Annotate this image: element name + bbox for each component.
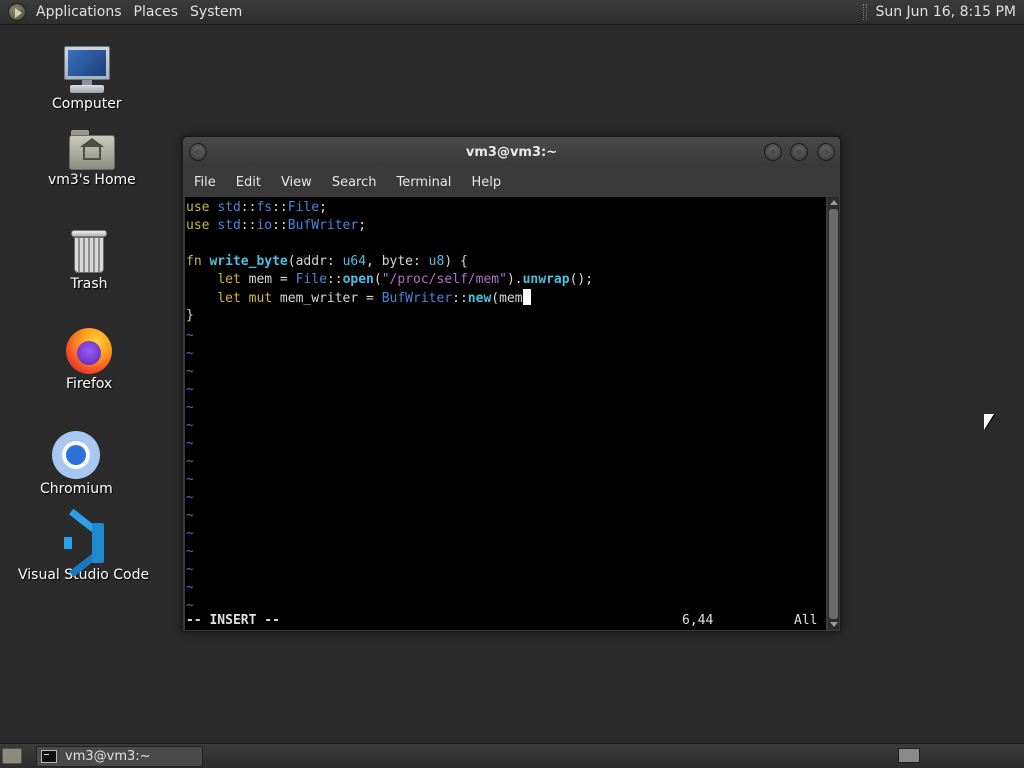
code-line: fn write_byte(addr: u64, byte: u8) { [186, 254, 468, 269]
menu-view[interactable]: View [271, 175, 322, 190]
clock[interactable]: Sun Jun 16, 8:15 PM [875, 4, 1024, 20]
code-line: let mut mem_writer = BufWriter::new(mem [185, 289, 826, 307]
computer-icon [62, 46, 112, 94]
menu-help[interactable]: Help [461, 175, 511, 190]
empty-line-tilde: ~ [186, 418, 194, 433]
empty-buffer-lines: ~ ~ ~ ~ ~ ~ ~ ~ ~ ~ ~ ~ ~ ~ ~ ~ [185, 327, 826, 615]
window-titlebar[interactable]: vm3@vm3:~ [183, 137, 840, 167]
minimize-button[interactable] [764, 143, 782, 161]
desktop-icon-vscode[interactable]: Visual Studio Code [18, 508, 150, 583]
mouse-pointer-icon [984, 414, 994, 430]
text-cursor [522, 289, 531, 305]
menu-places[interactable]: Places [128, 0, 185, 24]
close-button[interactable] [817, 143, 835, 161]
scrollbar-thumb[interactable] [829, 209, 838, 619]
show-desktop-icon[interactable] [2, 748, 22, 764]
empty-line-tilde: ~ [186, 364, 194, 379]
desktop-icon-firefox[interactable]: Firefox [66, 328, 112, 392]
taskbar-terminal-button[interactable]: vm3@vm3:~ [36, 745, 203, 767]
terminal-window: vm3@vm3:~ File Edit View Search Terminal… [182, 136, 841, 632]
scroll-indicator: All [794, 613, 818, 628]
window-title: vm3@vm3:~ [465, 144, 558, 160]
empty-line-tilde: ~ [186, 454, 194, 469]
desktop-icon-label: vm3's Home [48, 172, 136, 188]
chromium-icon [52, 431, 101, 479]
terminal-scrollbar[interactable] [828, 197, 839, 630]
window-menu-button[interactable] [189, 143, 207, 161]
workspace-switcher[interactable] [898, 748, 920, 763]
empty-line-tilde: ~ [186, 490, 194, 505]
firefox-icon [66, 328, 113, 374]
empty-line-tilde: ~ [186, 346, 194, 361]
empty-line-tilde: ~ [186, 472, 194, 487]
scroll-up-icon[interactable] [830, 200, 838, 205]
desktop-icon-label: Firefox [66, 376, 113, 392]
empty-line-tilde: ~ [186, 526, 194, 541]
vscode-icon [62, 508, 106, 578]
desktop-icon-chromium[interactable]: Chromium [40, 431, 113, 497]
scroll-down-icon[interactable] [830, 622, 838, 627]
empty-line-tilde: ~ [186, 580, 194, 595]
empty-line-tilde: ~ [186, 562, 194, 577]
trash-icon [70, 230, 108, 274]
maximize-button[interactable] [790, 143, 808, 161]
menu-system[interactable]: System [184, 0, 248, 24]
empty-line-tilde: ~ [186, 508, 194, 523]
gnome-foot-icon[interactable] [8, 3, 26, 21]
empty-line-tilde: ~ [186, 544, 194, 559]
code-line: } [186, 308, 194, 323]
empty-line-tilde: ~ [186, 400, 194, 415]
code-line: let mem = File::open("/proc/self/mem").u… [217, 272, 594, 287]
menu-edit[interactable]: Edit [226, 175, 271, 190]
desktop-icon-label: Visual Studio Code [18, 567, 150, 583]
menu-terminal[interactable]: Terminal [386, 175, 461, 190]
code-line: use std::io::BufWriter; [186, 218, 367, 233]
vim-mode: -- INSERT -- [186, 613, 280, 628]
menu-applications[interactable]: Applications [30, 0, 128, 24]
panel-separator [863, 4, 868, 20]
terminal-text-area[interactable]: use std::fs::File;use std::io::BufWriter… [185, 197, 826, 630]
empty-line-tilde: ~ [186, 382, 194, 397]
home-folder-icon [68, 130, 115, 170]
empty-line-tilde: ~ [186, 328, 194, 343]
desktop-icon-label: Computer [52, 96, 122, 112]
taskbar-label: vm3@vm3:~ [65, 748, 151, 764]
top-panel: Applications Places System Sun Jun 16, 8… [0, 0, 1024, 25]
code-line: use std::fs::File; [186, 200, 327, 215]
top-panel-right: Sun Jun 16, 8:15 PM [863, 0, 1024, 24]
terminal-icon [41, 749, 57, 763]
desktop-icon-label: Trash [70, 276, 108, 292]
vim-status-line: -- INSERT -- 6,44 All [185, 612, 826, 630]
code-lines: use std::fs::File;use std::io::BufWriter… [185, 199, 826, 325]
desktop-icon-trash[interactable]: Trash [70, 230, 108, 292]
desktop-icon-label: Chromium [40, 481, 113, 497]
top-menu: Applications Places System [0, 0, 248, 24]
terminal-menubar: File Edit View Search Terminal Help [183, 167, 840, 197]
desktop-icon-home[interactable]: vm3's Home [48, 130, 136, 188]
bottom-panel: vm3@vm3:~ [0, 743, 1024, 768]
menu-file[interactable]: File [183, 175, 226, 190]
empty-line-tilde: ~ [186, 436, 194, 451]
desktop-icon-computer[interactable]: Computer [52, 46, 122, 112]
cursor-position: 6,44 [682, 613, 714, 628]
menu-search[interactable]: Search [322, 175, 387, 190]
